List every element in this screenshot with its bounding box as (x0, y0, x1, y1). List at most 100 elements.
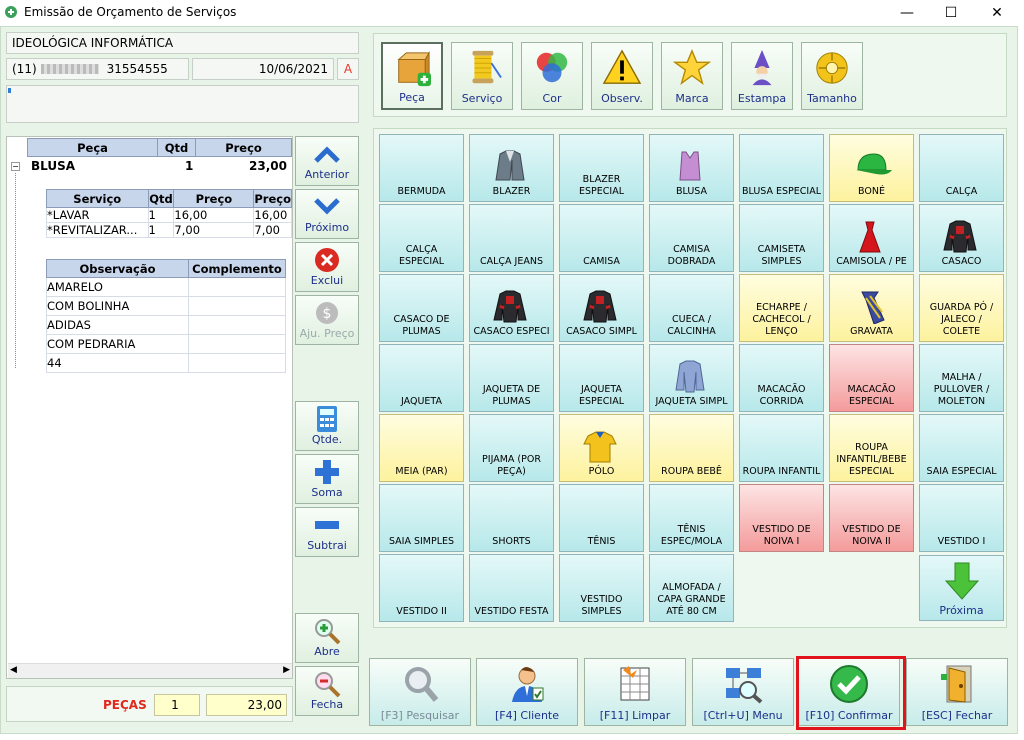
maximize-button[interactable]: ☐ (928, 0, 974, 26)
item-button[interactable]: SAIA ESPECIAL (919, 414, 1004, 482)
phone-mask (40, 64, 99, 74)
item-button[interactable]: CAMISOLA / PE (829, 204, 914, 272)
item-button[interactable]: CAMISA (559, 204, 644, 272)
item-button[interactable]: BLAZER ESPECIAL (559, 134, 644, 202)
item-button[interactable]: ECHARPE / CACHECOL / LENÇO (739, 274, 824, 342)
item-button[interactable]: MACACÃO ESPECIAL (829, 344, 914, 412)
bottom-button-search[interactable]: [F3] Pesquisar (369, 658, 471, 726)
toolbar-button-peça[interactable]: Peça (381, 42, 443, 110)
item-button[interactable]: JAQUETA (379, 344, 464, 412)
item-label: JAQUETA (401, 396, 442, 407)
item-button[interactable]: BONÉ (829, 134, 914, 202)
item-button[interactable]: ROUPA BEBÊ (649, 414, 734, 482)
subtract-button[interactable]: Subtrai (295, 507, 359, 557)
expand-button[interactable]: Abre (295, 613, 359, 663)
client-name: IDEOLÓGICA INFORMÁTICA (6, 32, 359, 54)
observation-cell: AMARELO (46, 277, 189, 297)
item-button[interactable]: BLAZER (469, 134, 554, 202)
toolbar-button-serviço[interactable]: Serviço (451, 42, 513, 110)
item-button[interactable]: BLUSA ESPECIAL (739, 134, 824, 202)
item-button[interactable]: PÓLO (559, 414, 644, 482)
collapse-button[interactable]: Fecha (295, 666, 359, 716)
item-label: BLUSA (676, 186, 707, 197)
item-button[interactable]: BLUSA (649, 134, 734, 202)
item-button[interactable]: TÊNIS ESPEC/MOLA (649, 484, 734, 552)
scroll-right-icon[interactable]: ▶ (283, 665, 290, 675)
item-button[interactable]: GRAVATA (829, 274, 914, 342)
item-button[interactable]: MALHA / PULLOVER / MOLETON (919, 344, 1004, 412)
item-button[interactable]: CALÇA ESPECIAL (379, 204, 464, 272)
item-label: ALMOFADA / CAPA GRANDE ATÉ 80 CM (657, 582, 726, 617)
client-flag[interactable]: A (337, 58, 359, 80)
quantity-button[interactable]: Qtde. (295, 401, 359, 451)
table-row[interactable]: *LAVAR 1 16,00 16,00 (46, 207, 292, 223)
delete-button[interactable]: Exclui (295, 242, 359, 292)
item-button[interactable]: VESTIDO DE NOIVA II (829, 484, 914, 552)
toolbar-button-observ[interactable]: Observ. (591, 42, 653, 110)
item-label: ROUPA BEBÊ (661, 466, 722, 477)
item-button[interactable]: ROUPA INFANTIL/BEBE ESPECIAL (829, 414, 914, 482)
item-button[interactable]: VESTIDO II (379, 554, 464, 622)
item-button[interactable]: CALÇA JEANS (469, 204, 554, 272)
item-button[interactable]: VESTIDO I (919, 484, 1004, 552)
bottom-button-client[interactable]: [F4] Cliente (476, 658, 578, 726)
item-button[interactable]: CALÇA (919, 134, 1004, 202)
item-button[interactable]: JAQUETA ESPECIAL (559, 344, 644, 412)
item-button[interactable]: VESTIDO FESTA (469, 554, 554, 622)
item-button[interactable]: GUARDA PÓ / JALECO / COLETE (919, 274, 1004, 342)
item-button[interactable]: CASACO SIMPL (559, 274, 644, 342)
add-button[interactable]: Soma (295, 454, 359, 504)
item-button[interactable]: VESTIDO DE NOIVA I (739, 484, 824, 552)
item-button[interactable]: ALMOFADA / CAPA GRANDE ATÉ 80 CM (649, 554, 734, 622)
item-button[interactable]: CASACO (919, 204, 1004, 272)
item-button[interactable]: MACACÃO CORRIDA (739, 344, 824, 412)
plus-icon (315, 460, 339, 484)
horizontal-scrollbar[interactable]: ◀ ▶ (8, 663, 292, 678)
warning-icon (602, 49, 642, 84)
item-button[interactable]: CASACO ESPECI (469, 274, 554, 342)
confirm-highlight (796, 656, 906, 730)
toolbar-button-marca[interactable]: Marca (661, 42, 723, 110)
next-button[interactable]: Próximo (295, 189, 359, 239)
previous-button[interactable]: Anterior (295, 136, 359, 186)
bottom-button-close[interactable]: [ESC] Fechar (906, 658, 1008, 726)
item-button[interactable]: BERMUDA (379, 134, 464, 202)
item-label: BLAZER ESPECIAL (579, 174, 624, 197)
item-button[interactable]: CAMISETA SIMPLES (739, 204, 824, 272)
table-row[interactable]: *REVITALIZAR... 1 7,00 7,00 (46, 222, 292, 238)
item-button[interactable]: PIJAMA (POR PEÇA) (469, 414, 554, 482)
item-button[interactable]: JAQUETA SIMPL (649, 344, 734, 412)
item-button[interactable]: TÊNIS (559, 484, 644, 552)
toolbar-button-cor[interactable]: Cor (521, 42, 583, 110)
collapse-icon[interactable]: − (11, 162, 20, 171)
close-window-button[interactable]: ✕ (974, 0, 1020, 26)
item-button[interactable]: CAMISA DOBRADA (649, 204, 734, 272)
piece-name[interactable]: BLUSA (31, 159, 75, 173)
scroll-left-icon[interactable]: ◀ (10, 665, 17, 675)
item-button[interactable]: VESTIDO SIMPLES (559, 554, 644, 622)
item-label: CAMISA (583, 256, 620, 267)
bottom-button-clear[interactable]: [F11] Limpar (584, 658, 686, 726)
table-row[interactable]: COM BOLINHA (46, 296, 286, 316)
toolbar-button-tamanho[interactable]: Tamanho (801, 42, 863, 110)
window-title: Emissão de Orçamento de Serviços (24, 5, 237, 19)
item-button[interactable]: CASACO DE PLUMAS (379, 274, 464, 342)
table-row[interactable]: 44 (46, 353, 286, 373)
item-button[interactable]: SHORTS (469, 484, 554, 552)
table-row[interactable]: AMARELO (46, 277, 286, 297)
observation-header: Observação (46, 259, 189, 278)
phone-prefix: (11) (12, 62, 37, 76)
item-button[interactable]: ROUPA INFANTIL (739, 414, 824, 482)
table-row[interactable]: COM PEDRARIA (46, 334, 286, 354)
next-page-button[interactable]: Próxima (919, 555, 1004, 621)
table-row[interactable]: ADIDAS (46, 315, 286, 335)
toolbar-button-estampa[interactable]: Estampa (731, 42, 793, 110)
item-button[interactable]: SAIA SIMPLES (379, 484, 464, 552)
item-button[interactable]: MEIA (PAR) (379, 414, 464, 482)
minimize-button[interactable]: — (884, 0, 930, 26)
item-button[interactable]: CUECA / CALCINHA (649, 274, 734, 342)
bottom-button-menu[interactable]: [Ctrl+U] Menu (692, 658, 794, 726)
adjust-price-button[interactable]: $ Aju. Preço (295, 295, 359, 345)
item-button[interactable]: JAQUETA DE PLUMAS (469, 344, 554, 412)
complement-cell (188, 296, 286, 316)
